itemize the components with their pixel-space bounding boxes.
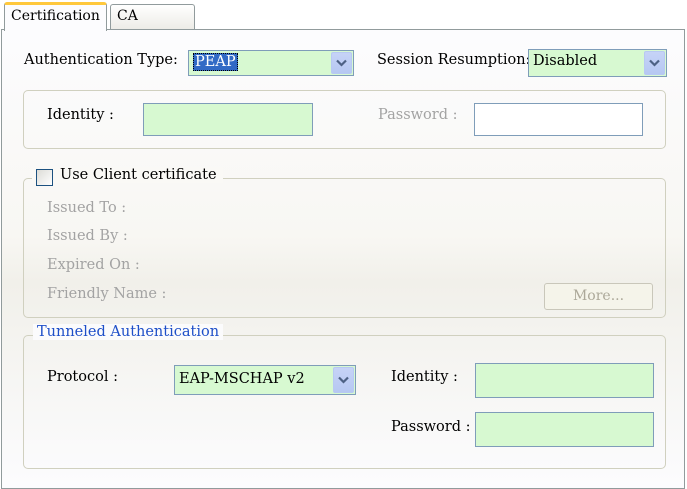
tab-ca-server[interactable]: CA Server (110, 4, 195, 46)
issued-by-label: Issued By : (47, 228, 128, 244)
session-resumption-label: Session Resumption: (377, 52, 531, 68)
friendly-name-label: Friendly Name : (47, 286, 167, 302)
tab-certification[interactable]: Certification (4, 2, 107, 31)
client-certificate-legend: Use Client certificate (32, 167, 223, 186)
auth-type-value: PEAP (193, 53, 238, 71)
tunneled-identity-field[interactable] (475, 363, 654, 398)
tunneled-identity-label: Identity : (391, 369, 458, 385)
tunneled-authentication-title: Tunneled Authentication (33, 324, 224, 340)
expired-on-label: Expired On : (47, 257, 140, 273)
tunneled-authentication-group: Protocol : EAP-MSCHAP v2 Identity : Pass… (23, 335, 666, 469)
protocol-label: Protocol : (47, 369, 118, 385)
chevron-down-icon (336, 59, 347, 67)
protocol-dropdown-button[interactable] (333, 367, 354, 393)
auth-type-label: Authentication Type: (24, 52, 178, 68)
auth-type-dropdown-button[interactable] (331, 52, 352, 74)
use-client-certificate-checkbox[interactable] (36, 169, 53, 186)
chevron-down-icon (338, 376, 349, 384)
use-client-certificate-label[interactable]: Use Client certificate (60, 167, 217, 183)
more-button-label: More... (572, 288, 625, 304)
session-resumption-value: Disabled (533, 53, 598, 69)
issued-to-label: Issued To : (47, 200, 127, 216)
tab-certification-label: Certification (11, 8, 100, 24)
protocol-value: EAP-MSCHAP v2 (179, 371, 305, 387)
session-resumption-dropdown[interactable]: Disabled (528, 49, 667, 77)
credentials-group: Identity : Password : (23, 90, 666, 149)
client-certificate-group: Issued To : Issued By : Expired On : Fri… (23, 178, 666, 318)
more-button[interactable]: More... (544, 283, 653, 310)
tunneled-password-field[interactable] (475, 412, 654, 447)
tunneled-password-label: Password : (391, 419, 471, 435)
certification-panel: Authentication Type: PEAP Session Resump… (1, 29, 685, 489)
password-field[interactable] (474, 103, 643, 136)
auth-type-dropdown[interactable]: PEAP (188, 50, 354, 76)
chevron-down-icon (649, 59, 660, 67)
password-label: Password : (378, 107, 458, 123)
session-resumption-dropdown-button[interactable] (644, 51, 665, 75)
identity-field[interactable] (143, 103, 313, 136)
identity-label: Identity : (47, 107, 114, 123)
protocol-dropdown[interactable]: EAP-MSCHAP v2 (174, 365, 356, 395)
